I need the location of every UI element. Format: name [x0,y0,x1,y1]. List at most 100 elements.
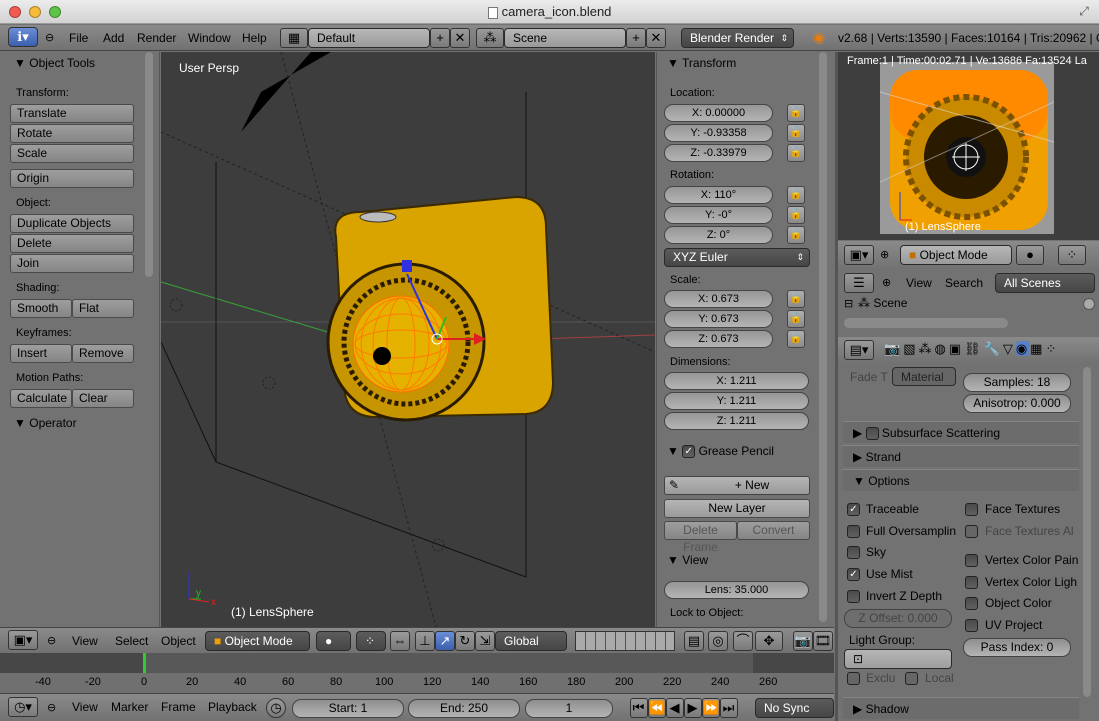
rotation-mode-select[interactable]: XYZ Euler ⇕ [664,248,810,267]
zoom-window-button[interactable] [49,6,61,18]
menu-render[interactable]: Render [137,31,176,45]
light-group-field[interactable]: ⊡ [844,649,952,669]
jump-to-keyframe-back-icon[interactable]: ⏪ [648,698,666,718]
operator-header[interactable]: ▼ Operator [14,412,77,434]
jump-to-start-icon[interactable]: ⏮ [630,698,648,718]
menu-help[interactable]: Help [242,31,267,45]
proportional-edit-icon[interactable]: ◎ [708,631,728,651]
use-mist-checkbox[interactable]: ✓ [847,568,860,581]
face-textures-alpha-checkbox[interactable] [965,525,978,538]
anisotropy-field[interactable]: Anisotrop: 0.000 [963,394,1071,413]
tool-shelf-scrollbar[interactable] [145,52,153,277]
rotate-manipulator-icon[interactable]: ↻ [455,631,475,651]
samples-field[interactable]: Samples: 18 [963,373,1071,392]
delete-scene-icon[interactable]: ✕ [646,28,666,48]
outliner-scrollbar[interactable] [844,318,1008,328]
object-color-checkbox[interactable] [965,597,978,610]
object-mode-select[interactable]: ■ Object Mode [900,245,1012,265]
preview-range-icon[interactable]: ◷ [266,698,286,718]
viewport-shading-icon[interactable]: ● [1016,245,1044,265]
render-engine-select[interactable]: Blender Render ⇕ [681,28,794,48]
flat-button[interactable]: Flat [72,299,134,318]
scale-y-field[interactable]: Y: 0.673 [664,310,773,328]
properties-scrollbar[interactable] [1083,367,1091,697]
editor-type-button[interactable]: ▣▾ [844,245,874,265]
origin-button[interactable]: Origin [10,169,134,188]
scene-field[interactable]: Scene [504,28,626,48]
lens-field[interactable]: Lens: 35.000 [664,581,809,599]
vertex-color-light-checkbox[interactable] [965,576,978,589]
sky-checkbox[interactable] [847,546,860,559]
remove-keyframe-button[interactable]: Remove [72,344,134,363]
duplicate-objects-button[interactable]: Duplicate Objects [10,214,134,233]
restrict-render-icon[interactable] [1083,298,1095,310]
properties-context-tabs[interactable]: 📷▧⁂◍▣⛓🔧▽◉▦⁘ [884,341,1059,357]
pivot-point-select[interactable]: ⁘ [356,631,386,651]
object-tools-header[interactable]: ▼ Object Tools [14,52,95,74]
timeline-menu-playback[interactable]: Playback [208,700,257,714]
dimension-x-field[interactable]: X: 1.211 [664,372,809,390]
jump-to-keyframe-forward-icon[interactable]: ⏩ [702,698,720,718]
snap-icon[interactable]: ⌒ [733,631,753,651]
layer-buttons[interactable] [575,631,675,651]
3d-viewport[interactable]: User Persp y x (1) LensSphere [161,52,655,627]
scale-manipulator-icon[interactable]: ⇲ [475,631,495,651]
rotate-button[interactable]: Rotate [10,124,134,143]
lock-rotation-y-icon[interactable]: 🔓 [787,206,805,224]
outliner-search-menu[interactable]: Search [945,276,983,290]
transform-panel-header[interactable]: ▼ Transform [667,52,736,74]
new-grease-pencil-button[interactable]: + New [697,478,807,492]
face-textures-checkbox[interactable] [965,503,978,516]
lock-scale-y-icon[interactable]: 🔓 [787,310,805,328]
3d-view-editor-type-button[interactable]: ▣▾ [8,630,38,650]
options-panel-header[interactable]: ▼ Options [843,469,1079,491]
location-y-field[interactable]: Y: -0.93358 [664,124,773,142]
properties-panel-scrollbar[interactable] [819,52,827,622]
collapse-menu-icon[interactable]: ⊕ [882,276,891,289]
jump-to-end-icon[interactable]: ⏭ [720,698,738,718]
lock-camera-icon[interactable]: ▤ [684,631,704,651]
rotation-z-field[interactable]: Z: 0° [664,226,773,244]
pass-index-field[interactable]: Pass Index: 0 [963,638,1071,657]
collapse-menu-icon[interactable]: ⊖ [45,31,54,44]
convert-button[interactable]: Convert [737,521,810,540]
play-icon[interactable]: ▶ [684,698,702,718]
transform-orientation-select[interactable]: Global [495,631,567,651]
outliner-filter-select[interactable]: All Scenes [995,273,1095,293]
menu-file[interactable]: File [69,31,88,45]
lock-location-z-icon[interactable]: 🔓 [787,144,805,162]
translate-button[interactable]: Translate [10,104,134,123]
calculate-paths-button[interactable]: Calculate [10,389,72,408]
screen-layout-field[interactable]: Default [308,28,430,48]
location-z-field[interactable]: Z: -0.33979 [664,144,773,162]
strand-panel-header[interactable]: ▶ Strand [843,445,1079,467]
uv-project-checkbox[interactable] [965,619,978,632]
constraints-tab-icon[interactable]: ⛓ [964,341,984,356]
collapse-menu-icon[interactable]: ⊕ [880,248,889,261]
subsurface-checkbox[interactable] [865,427,879,441]
end-frame-field[interactable]: End: 250 [408,699,520,718]
render-still-icon[interactable]: 📷 [793,631,813,651]
current-frame-indicator[interactable] [143,653,146,673]
render-layers-tab-icon[interactable]: ▧ [903,341,918,356]
play-reverse-icon[interactable]: ◀ [666,698,684,718]
viewport-shading-select[interactable]: ● [316,631,351,651]
z-offset-field[interactable]: Z Offset: 0.000 [844,609,952,628]
render-animation-icon[interactable]: 🎞 [813,631,833,651]
outliner-view-menu[interactable]: View [906,276,932,290]
rotation-x-field[interactable]: X: 110° [664,186,773,204]
exclusive-checkbox[interactable] [847,672,860,685]
snap-element-icon[interactable]: ✥ [755,631,783,651]
fullscreen-icon[interactable]: ⤢ [1077,4,1091,18]
clear-paths-button[interactable]: Clear [72,389,134,408]
lock-scale-z-icon[interactable]: 🔓 [787,330,805,348]
lock-scale-x-icon[interactable]: 🔓 [787,290,805,308]
sync-mode-select[interactable]: No Sync [755,698,834,718]
menu-select[interactable]: Select [115,634,148,648]
pivot-icon[interactable]: ⁘ [1058,245,1086,265]
lock-location-x-icon[interactable]: 🔓 [787,104,805,122]
lock-rotation-z-icon[interactable]: 🔓 [787,226,805,244]
menu-add[interactable]: Add [103,31,124,45]
scene-tree-item[interactable]: ⁂ Scene [858,296,907,310]
render-preview[interactable]: Frame:1 | Time:00:02.71 | Ve:13686 Fa:13… [838,52,1099,240]
